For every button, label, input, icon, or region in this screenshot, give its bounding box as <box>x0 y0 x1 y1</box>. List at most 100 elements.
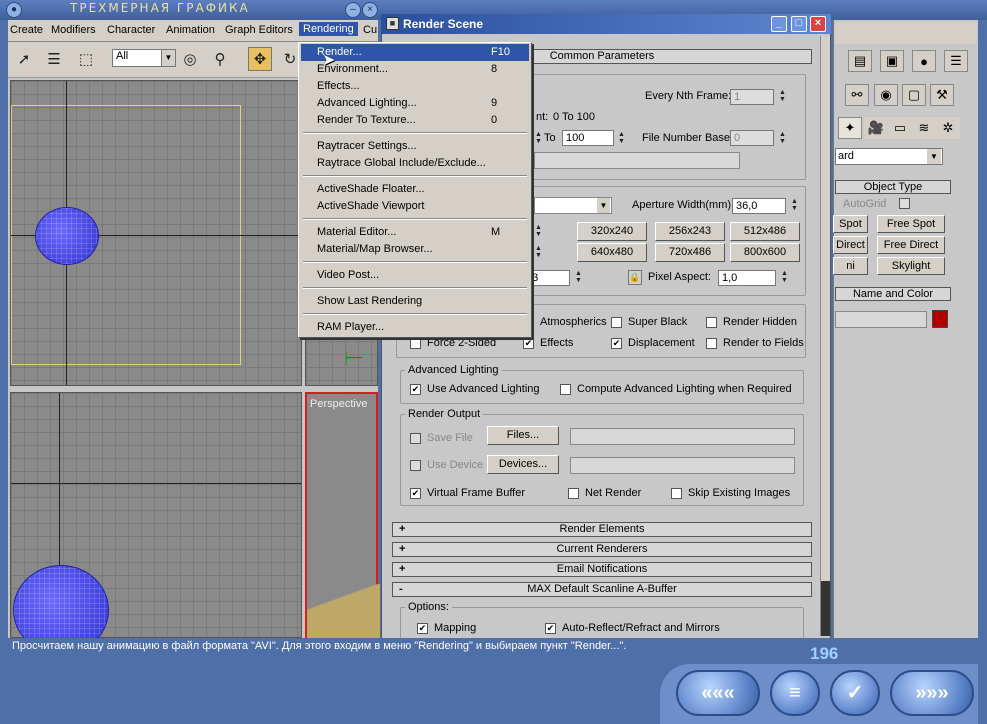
perspective-label[interactable]: Perspective <box>310 398 367 410</box>
menu-animation[interactable]: Animation <box>166 24 215 36</box>
target-direct-button[interactable]: Direct <box>833 236 868 254</box>
spinner-arrows-icon[interactable]: ▲ ▼ <box>778 131 787 147</box>
menu-character[interactable]: Character <box>107 24 155 36</box>
dialog-scrollbar[interactable] <box>820 36 830 636</box>
size-preset-512x486[interactable]: 512x486 <box>730 222 800 241</box>
target-spot-button[interactable]: Spot <box>833 215 868 233</box>
rollout-name-and-color[interactable]: Name and Color <box>835 287 951 301</box>
check-button[interactable]: ✓ <box>830 670 880 716</box>
devices-button[interactable]: Devices... <box>487 455 559 474</box>
light-category-select[interactable]: ard ▼ <box>835 148 943 165</box>
spinner-arrows-icon[interactable]: ▲ ▼ <box>534 131 543 147</box>
rollout-current-renderers[interactable]: + Current Renderers <box>392 542 812 557</box>
material-editor-icon[interactable]: ● <box>912 50 936 72</box>
close-icon[interactable]: × <box>362 2 378 18</box>
next-button[interactable]: »»» <box>890 670 974 716</box>
object-name-field[interactable] <box>835 311 927 328</box>
rollout-render-elements[interactable]: + Render Elements <box>392 522 812 537</box>
menu-item-activeshade-viewport[interactable]: ActiveShade Viewport <box>301 198 529 215</box>
scrollbar-thumb[interactable] <box>821 581 830 636</box>
sphere-object[interactable] <box>35 207 99 265</box>
mapping-checkbox[interactable]: ✔ <box>417 623 428 634</box>
free-direct-button[interactable]: Free Direct <box>877 236 945 254</box>
menu-item-ram-player[interactable]: RAM Player... <box>301 319 529 336</box>
spinner-arrows-icon[interactable]: ▲ ▼ <box>574 270 583 286</box>
select-by-name-icon[interactable]: ☰ <box>42 47 66 71</box>
spinner-arrows-icon[interactable]: ▲ ▼ <box>534 245 543 261</box>
contents-button[interactable]: ≡ <box>770 670 820 716</box>
save-file-checkbox[interactable] <box>410 433 421 444</box>
net-render-checkbox[interactable] <box>568 488 579 499</box>
render-hidden-checkbox[interactable] <box>706 317 717 328</box>
object-color-swatch[interactable] <box>932 310 948 328</box>
menu-item-video-post[interactable]: Video Post... <box>301 267 529 284</box>
move-icon[interactable]: ✥ <box>248 47 272 71</box>
track-view-icon[interactable]: ▣ <box>880 50 904 72</box>
size-preset-320x240[interactable]: 320x240 <box>577 222 647 241</box>
use-device-checkbox[interactable] <box>410 460 421 471</box>
files-button[interactable]: Files... <box>487 426 559 445</box>
frames-field[interactable] <box>534 152 740 169</box>
select-link-icon[interactable]: ⚲ <box>208 47 232 71</box>
use-advanced-lighting-checkbox[interactable]: ✔ <box>410 384 421 395</box>
virtual-frame-buffer-checkbox[interactable]: ✔ <box>410 488 421 499</box>
every-nth-frame-spinner[interactable]: 1 <box>730 89 774 105</box>
free-spot-button[interactable]: Free Spot <box>877 215 945 233</box>
menu-item-material-editor[interactable]: Material Editor... M <box>301 224 529 241</box>
menu-item-raytracer-settings[interactable]: Raytracer Settings... <box>301 138 529 155</box>
aperture-width-spinner[interactable]: 36,0 <box>732 198 786 214</box>
rollout-scanline[interactable]: - MAX Default Scanline A-Buffer <box>392 582 812 597</box>
displacement-checkbox[interactable]: ✔ <box>611 338 622 349</box>
close-icon[interactable]: × <box>810 16 826 32</box>
menu-create[interactable]: Create <box>10 24 43 36</box>
motion-icon[interactable]: ◉ <box>874 84 898 106</box>
space-warps-icon[interactable]: ≋ <box>912 117 936 139</box>
super-black-checkbox[interactable] <box>611 317 622 328</box>
rollout-email-notifications[interactable]: + Email Notifications <box>392 562 812 577</box>
menu-item-material-map-browser[interactable]: Material/Map Browser... <box>301 241 529 258</box>
menu-modifiers[interactable]: Modifiers <box>51 24 96 36</box>
force-2sided-checkbox[interactable] <box>410 338 421 349</box>
maximize-icon[interactable]: □ <box>791 16 807 32</box>
viewport-left[interactable] <box>10 392 302 655</box>
lock-icon[interactable]: 🔒 <box>628 270 642 285</box>
file-number-base-spinner[interactable]: 0 <box>730 130 774 146</box>
schematic-icon[interactable]: ▤ <box>848 50 872 72</box>
minimize-icon[interactable]: _ <box>771 16 787 32</box>
helpers-icon[interactable]: ▭ <box>888 117 912 139</box>
skip-existing-checkbox[interactable] <box>671 488 682 499</box>
display-icon[interactable]: ▢ <box>902 84 926 106</box>
auto-reflect-checkbox[interactable]: ✔ <box>545 623 556 634</box>
menu-rendering[interactable]: Rendering <box>299 22 358 36</box>
menu-item-activeshade-floater[interactable]: ActiveShade Floater... <box>301 181 529 198</box>
size-preset-720x486[interactable]: 720x486 <box>655 243 725 262</box>
menu-graph-editors[interactable]: Graph Editors <box>225 24 293 36</box>
range-end-spinner[interactable]: 100 <box>562 130 614 146</box>
menu-item-raytrace-global[interactable]: Raytrace Global Include/Exclude... <box>301 155 529 172</box>
menu-item-show-last-rendering[interactable]: Show Last Rendering <box>301 293 529 310</box>
render-to-fields-checkbox[interactable] <box>706 338 717 349</box>
previous-button[interactable]: ««« <box>676 670 760 716</box>
pixel-aspect-spinner[interactable]: 1,0 <box>718 270 776 286</box>
render-setup-icon[interactable]: ☰ <box>944 50 968 72</box>
spinner-arrows-icon[interactable]: ▲ ▼ <box>790 198 799 214</box>
menu-item-render-to-texture[interactable]: Render To Texture... 0 <box>301 112 529 129</box>
spinner-arrows-icon[interactable]: ▲ ▼ <box>780 270 789 286</box>
menu-customize[interactable]: Cu <box>363 24 377 36</box>
lights-icon[interactable]: ✦ <box>838 117 862 139</box>
menu-item-advanced-lighting[interactable]: Advanced Lighting... 9 <box>301 95 529 112</box>
compute-advanced-lighting-checkbox[interactable] <box>560 384 571 395</box>
output-size-select[interactable]: ▼ <box>534 197 612 214</box>
spinner-arrows-icon[interactable]: ▲ ▼ <box>617 131 626 147</box>
select-object-icon[interactable]: ◎ <box>178 47 202 71</box>
menu-item-effects[interactable]: Effects... <box>301 78 529 95</box>
effects-checkbox[interactable]: ✔ <box>523 338 534 349</box>
rollout-object-type[interactable]: Object Type <box>835 180 951 194</box>
skylight-button[interactable]: Skylight <box>877 257 945 275</box>
size-preset-800x600[interactable]: 800x600 <box>730 243 800 262</box>
app-menu-icon[interactable]: ● <box>6 2 22 18</box>
hierarchy-icon[interactable]: ⚯ <box>845 84 869 106</box>
spinner-arrows-icon[interactable]: ▲ ▼ <box>534 224 543 240</box>
utilities-icon[interactable]: ⚒ <box>930 84 954 106</box>
size-preset-256x243[interactable]: 256x243 <box>655 222 725 241</box>
